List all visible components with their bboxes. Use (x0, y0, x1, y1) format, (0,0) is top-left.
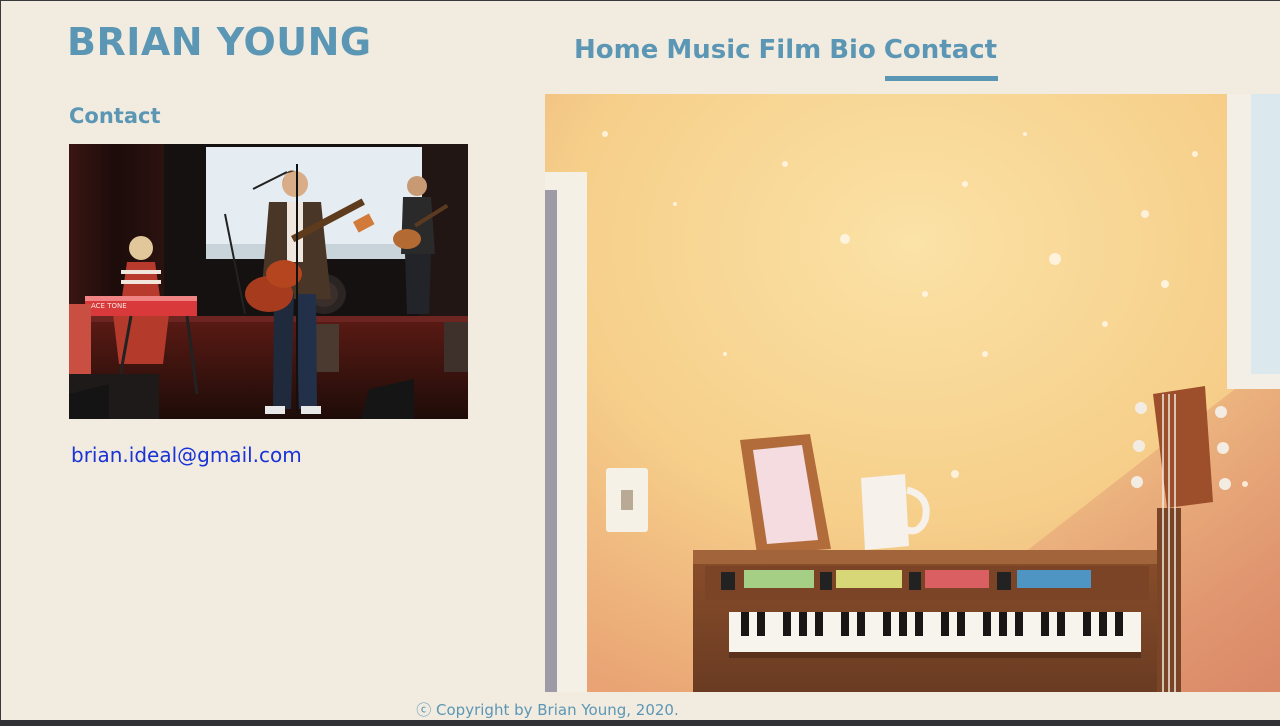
window-frame-top (0, 0, 1280, 1)
nav-film-link[interactable]: Film (759, 35, 822, 65)
copyright-footer: ⓒ Copyright by Brian Young, 2020. (416, 701, 679, 719)
band-performance-photo: ACE TONE (69, 144, 468, 419)
window-frame-left (0, 0, 1, 726)
nav-contact-link[interactable]: Contact (884, 35, 999, 81)
window-frame-bottom (0, 720, 1280, 726)
piano-room-illustration (545, 94, 1280, 692)
site-title[interactable]: BRIAN YOUNG (67, 20, 372, 64)
nav-home-link[interactable]: Home (574, 35, 658, 65)
nav-music-link[interactable]: Music (666, 35, 750, 65)
main-nav: Home Music Film Bio Contact (574, 35, 1005, 85)
email-link[interactable]: brian.ideal@gmail.com (71, 443, 302, 467)
contact-heading: Contact (69, 104, 161, 128)
amp-label: ACE TONE (91, 302, 127, 310)
nav-bio-link[interactable]: Bio (829, 35, 876, 65)
